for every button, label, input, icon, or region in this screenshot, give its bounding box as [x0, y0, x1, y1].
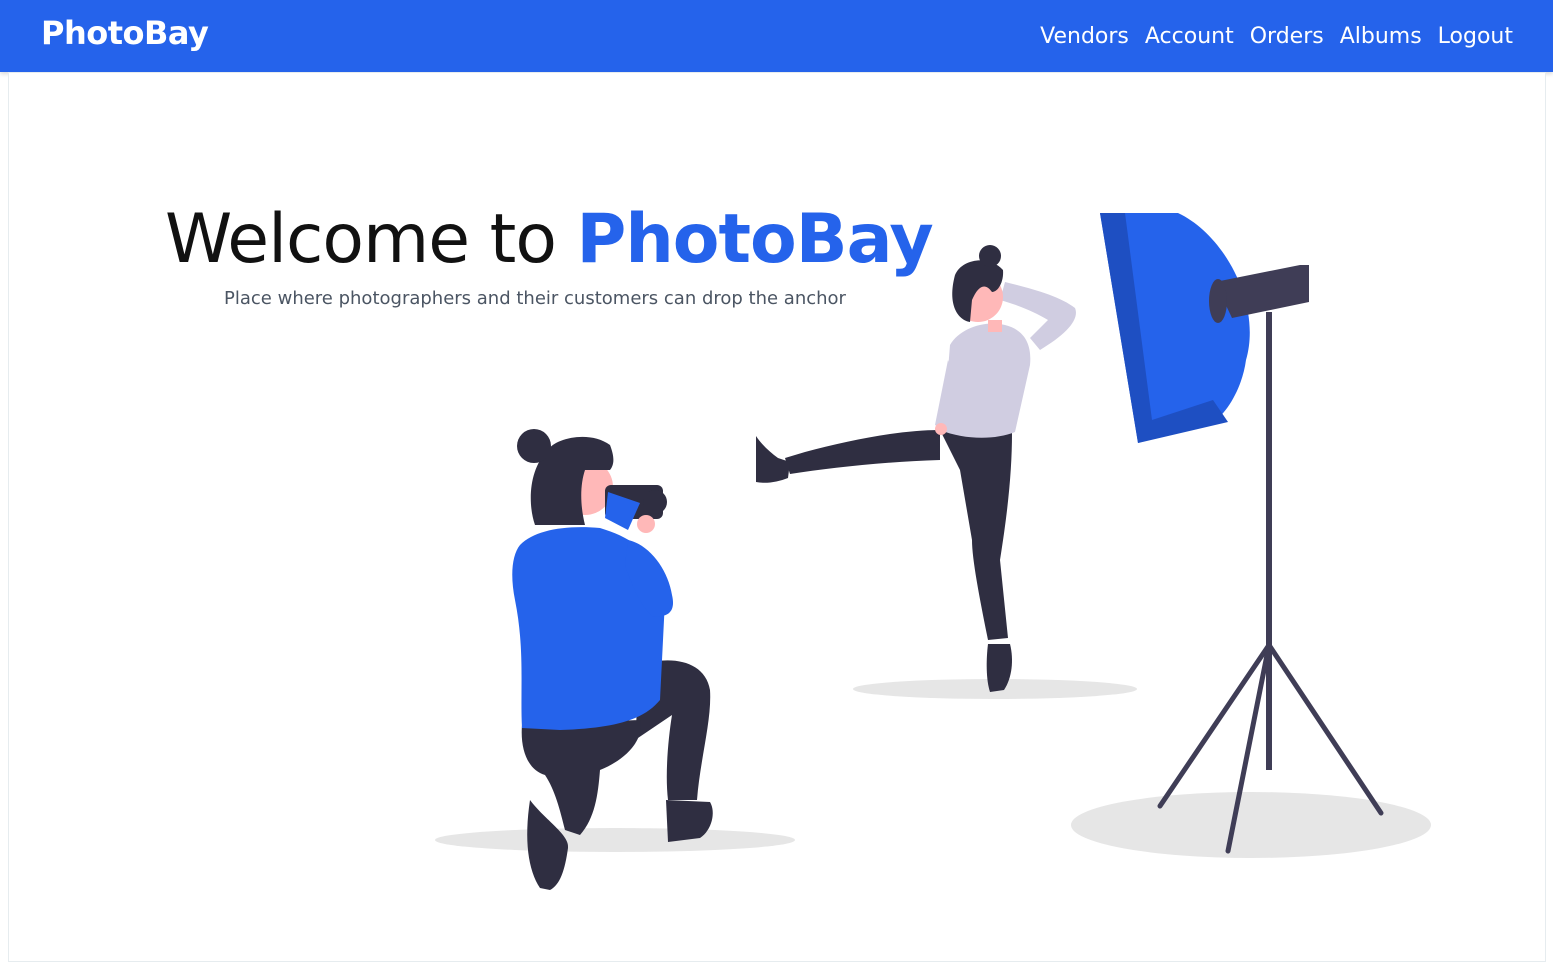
lamp-shadow	[1071, 792, 1431, 858]
photographer-shadow	[435, 828, 795, 852]
photographer-figure	[512, 429, 713, 890]
studio-lamp	[1100, 213, 1384, 854]
model-figure	[756, 245, 1076, 692]
photo-shoot-illustration	[435, 213, 1431, 890]
